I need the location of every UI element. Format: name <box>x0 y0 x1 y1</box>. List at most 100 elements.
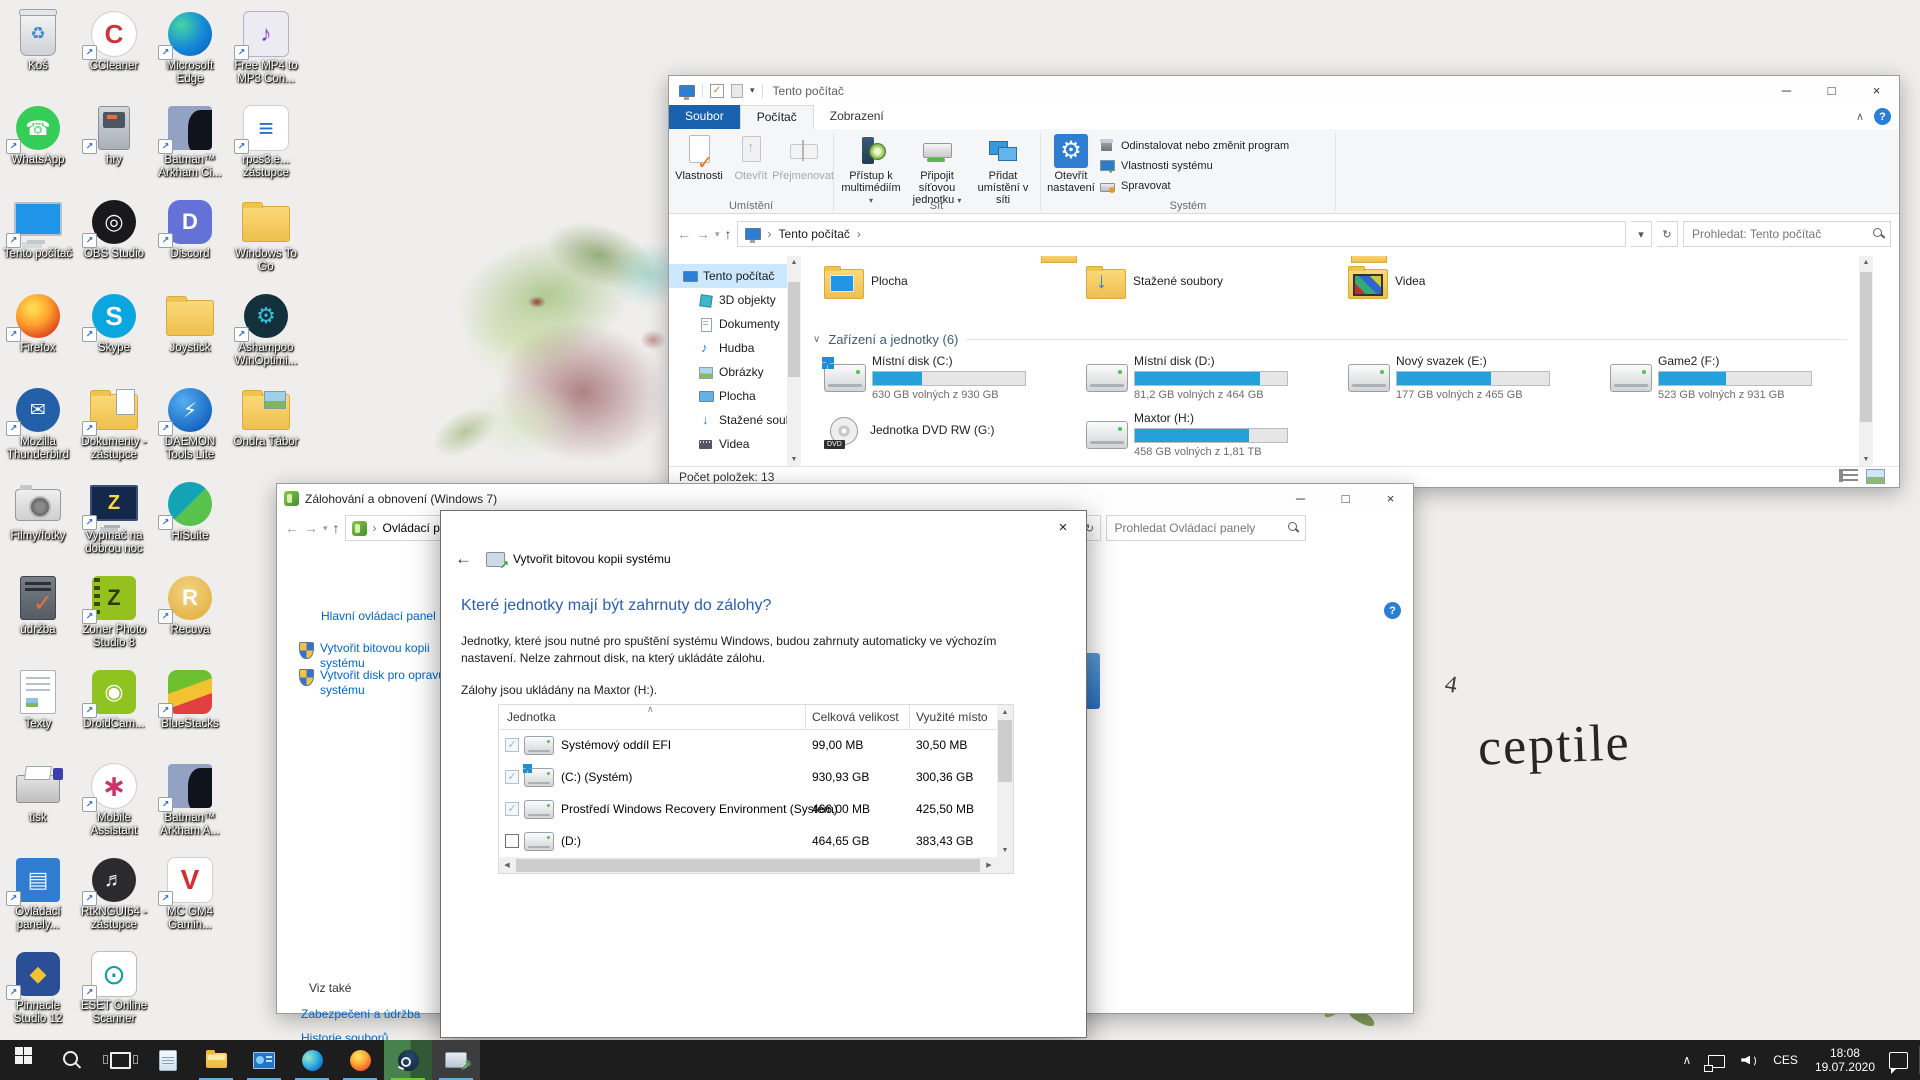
taskbar-search-button[interactable] <box>48 1040 96 1080</box>
desktop-icon-ccleaner[interactable]: C↗CCleaner <box>76 10 152 73</box>
desktop-icon-hry[interactable]: ↗hry <box>76 104 152 167</box>
drive-tile-maxtor-h[interactable]: Maxtor (H:)458 GB volných z 1,81 TB <box>1086 411 1336 458</box>
task-create-repair-disc[interactable]: Vytvořit disk pro opravu systému <box>299 668 449 698</box>
table-horizontal-scrollbar[interactable]: ◀ ▶ <box>499 857 997 873</box>
search-input[interactable] <box>1684 222 1890 246</box>
back-icon[interactable]: ← <box>455 549 472 569</box>
up-icon[interactable]: ↑ <box>725 226 732 242</box>
recent-locations-chevron-icon[interactable]: ▾ <box>715 229 720 240</box>
desktop-icon-vyp-na-na-dobrou-noc[interactable]: Z↗Vypínač na dobrou noc <box>76 480 152 556</box>
sidebar-item-sta-en-soubory[interactable]: Stažené soubory <box>669 408 787 432</box>
desktop-icon-skype[interactable]: S↗Skype <box>76 292 152 355</box>
column-header-jednotka[interactable]: Jednotka <box>507 710 556 724</box>
minimize-button[interactable]: ─ <box>1764 76 1809 104</box>
desktop-icon-obs-studio[interactable]: ◎↗OBS Studio <box>76 198 152 261</box>
tab-pocitac[interactable]: Počítač <box>740 105 814 129</box>
up-icon[interactable]: ↑ <box>333 520 340 536</box>
link-security-maintenance[interactable]: Zabezpečení a údržba <box>301 1007 420 1021</box>
desktop-icon-mobile-assistant[interactable]: ∗↗Mobile Assistant <box>76 762 152 838</box>
prejmenovat-button[interactable]: Přejmenovat <box>777 131 829 182</box>
table-row-syst-mov-odd-l-efi[interactable]: ✓Systémový oddíl EFI99,00 MB30,50 MB <box>499 729 997 761</box>
taskbar-file-explorer-button[interactable] <box>192 1040 240 1080</box>
network-icon[interactable] <box>1700 1053 1733 1068</box>
desktop-icon-joystick[interactable]: Joystick <box>152 292 228 355</box>
sidebar-item-dokumenty[interactable]: Dokumenty <box>669 312 787 336</box>
desktop-icon-ko[interactable]: ♻Koš <box>0 10 76 73</box>
desktop-icon-free-mp4-to-mp3-con[interactable]: ♪↗Free MP4 to MP3 Con... <box>228 10 304 86</box>
drive-tile-m-stn-disk-c[interactable]: Místní disk (C:)630 GB volných z 930 GB <box>824 354 1074 401</box>
volume-icon[interactable] <box>1733 1054 1764 1067</box>
qat-customize-chevron-icon[interactable]: ▾ <box>750 85 755 96</box>
taskbar-notepad-button[interactable] <box>144 1040 192 1080</box>
sidebar-item-plocha[interactable]: Plocha <box>669 384 787 408</box>
otevrit-button[interactable]: Otevřít <box>725 131 777 182</box>
desktop-icon-firefox[interactable]: ↗Firefox <box>0 292 76 355</box>
drive-tile-game2-f[interactable]: Game2 (F:)523 GB volných z 931 GB <box>1610 354 1857 401</box>
desktop-icon-bluestacks[interactable]: ↗BlueStacks <box>152 668 228 731</box>
desktop-icon-discord[interactable]: D↗Discord <box>152 198 228 261</box>
taskbar-start-button[interactable] <box>0 1040 48 1080</box>
taskbar-task-view-button[interactable] <box>96 1040 144 1080</box>
table-row-prost-ed-windows-recovery-environment-syst-m[interactable]: ✓Prostředí Windows Recovery Environment … <box>499 793 997 825</box>
breadcrumb[interactable]: › Tento počítač › <box>737 221 1626 247</box>
minimize-ribbon-icon[interactable]: ∧ <box>1856 110 1864 123</box>
folder-tile-videa[interactable]: Videa <box>1348 269 1598 299</box>
pristup-k-multimediim-button[interactable]: Přístup k multimédiím ▾ <box>838 131 904 207</box>
explorer-titlebar[interactable]: ✓ ▾ Tento počítač ─ □ × <box>669 76 1899 105</box>
row-checkbox[interactable]: ✓ <box>505 738 519 752</box>
refresh-icon[interactable]: ↻ <box>1657 221 1678 247</box>
column-header-celkova-velikost[interactable]: Celková velikost <box>812 710 899 724</box>
language-indicator[interactable]: CES <box>1764 1053 1807 1067</box>
close-button[interactable]: × <box>1052 517 1074 537</box>
desktop-icon-ashampoo-winoptimi[interactable]: ⚙↗Ashampoo WinOptimi... <box>228 292 304 368</box>
clock[interactable]: 18:08 19.07.2020 <box>1807 1046 1883 1074</box>
action-center-icon[interactable] <box>1889 1052 1908 1069</box>
desktop-icon-batman-arkham-ci[interactable]: ↗Batman™ Arkham Ci... <box>152 104 228 180</box>
desktop-icon-whatsapp[interactable]: ☎↗WhatsApp <box>0 104 76 167</box>
desktop-icon-mc-gm4-gamin[interactable]: V↗MC GM4 Gamin... <box>152 856 228 932</box>
backup-titlebar[interactable]: Zálohování a obnovení (Windows 7) ─ □ × <box>277 484 1413 513</box>
desktop-icon-pinnacle-studio-12[interactable]: ◆↗Pinnacle Studio 12 <box>0 950 76 1026</box>
files-scrollbar[interactable]: ▲ ▼ <box>1859 256 1873 466</box>
search-input[interactable] <box>1107 516 1305 540</box>
taskbar-microsoft-edge-button[interactable] <box>288 1040 336 1080</box>
desktop-icon-zoner-photo-studio-8[interactable]: Z↗Zoner Photo Studio 8 <box>76 574 152 650</box>
drive-tile-m-stn-disk-d[interactable]: Místní disk (D:)81,2 GB volných z 464 GB <box>1086 354 1336 401</box>
desktop-icon-daemon-tools-lite[interactable]: ⚡↗DAEMON Tools Lite <box>152 386 228 462</box>
table-vertical-scrollbar[interactable]: ▲ ▼ <box>997 705 1013 857</box>
vlastnosti-systemu-button[interactable]: Vlastnosti systému <box>1099 157 1289 175</box>
desktop-icon-eset-online-scanner[interactable]: ⊙↗ESET Online Scanner <box>76 950 152 1026</box>
row-checkbox[interactable]: ✓ <box>505 802 519 816</box>
help-icon[interactable]: ? <box>1384 602 1401 619</box>
desktop-icon-tisk[interactable]: tisk <box>0 762 76 825</box>
sidebar-item-videa[interactable]: Videa <box>669 432 787 456</box>
maximize-button[interactable]: □ <box>1809 76 1854 104</box>
taskbar-backup-tool-button[interactable] <box>432 1040 480 1080</box>
forward-icon[interactable]: → <box>304 520 318 536</box>
collapse-chevron-icon[interactable]: ∨ <box>813 334 820 345</box>
spravovat-button[interactable]: Spravovat <box>1099 177 1289 195</box>
desktop-icon-recuva[interactable]: R↗Recuva <box>152 574 228 637</box>
taskbar-control-panel-button[interactable] <box>240 1040 288 1080</box>
table-row-d[interactable]: (D:)464,65 GB383,43 GB <box>499 825 997 857</box>
table-row-c-syst-m[interactable]: ✓(C:) (Systém)930,93 GB300,36 GB <box>499 761 997 793</box>
desktop-icon-microsoft-edge[interactable]: ↗Microsoft Edge <box>152 10 228 86</box>
close-button[interactable]: × <box>1854 76 1899 104</box>
drive-tile-nov-svazek-e[interactable]: Nový svazek (E:)177 GB volných z 465 GB <box>1348 354 1598 401</box>
forward-icon[interactable]: → <box>696 226 710 242</box>
desktop-icon-rpcs3-e-z-stupce[interactable]: ≡↗rpcs3.e... zástupce <box>228 104 304 180</box>
desktop-icon-windows-to-go[interactable]: Windows To Go <box>228 198 304 274</box>
tab-soubor[interactable]: Soubor <box>669 105 740 129</box>
task-create-system-image[interactable]: Vytvořit bitovou kopii systému <box>299 641 449 671</box>
column-header-vyuzite-misto[interactable]: Využité místo <box>916 710 988 724</box>
back-icon[interactable]: ← <box>285 520 299 536</box>
folder-tile-plocha[interactable]: Plocha <box>824 269 1074 299</box>
back-icon[interactable]: ← <box>677 226 691 242</box>
properties-icon[interactable]: ✓ <box>710 84 724 98</box>
breadcrumb-item[interactable]: Tento počítač <box>779 227 850 241</box>
row-checkbox[interactable]: ✓ <box>505 770 519 784</box>
pripojit-sitovou-jednotku-button[interactable]: Připojit síťovou jednotku ▾ <box>904 131 970 207</box>
close-button[interactable]: × <box>1368 484 1413 512</box>
odinstalovat-button[interactable]: Odinstalovat nebo změnit program <box>1099 137 1289 155</box>
taskbar-firefox-button[interactable] <box>336 1040 384 1080</box>
